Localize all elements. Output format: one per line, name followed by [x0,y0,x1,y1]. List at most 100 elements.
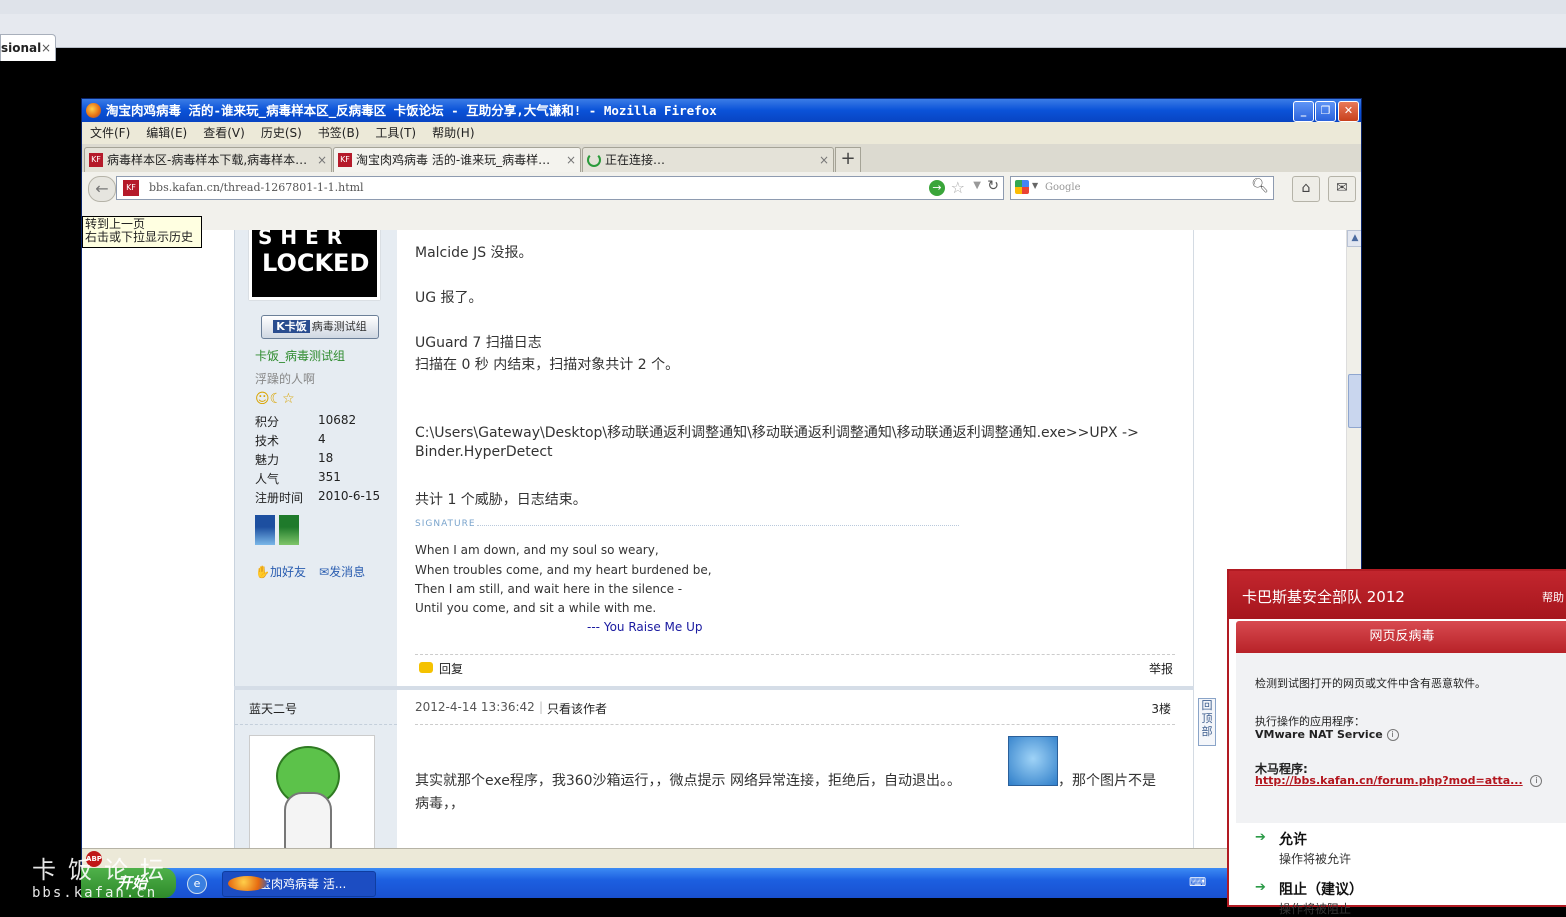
medal-icon[interactable] [279,515,299,545]
divider [235,724,397,725]
menu-help[interactable]: 帮助(H) [424,122,482,144]
menu-history[interactable]: 历史(S) [253,122,310,144]
post-separator [234,686,1194,690]
host-tab-close-icon[interactable]: × [41,35,51,61]
bookmark-star-icon[interactable]: ☆ [951,178,965,197]
scroll-thumb[interactable] [1348,374,1361,428]
minimize-button[interactable]: _ [1293,101,1314,122]
stat-value: 2010-6-15 [318,489,381,503]
menu-tools[interactable]: 工具(T) [367,122,424,144]
tab-strip: KF 病毒样本区-病毒样本下载,病毒样本… × KF 淘宝肉鸡病毒 活的-谁来玩… [82,144,1361,173]
post-line: Binder.HyperDetect [415,444,553,460]
info-icon[interactable]: i [1386,729,1399,741]
reply-link[interactable]: 回复 [439,660,463,677]
post-date: 2012-4-14 13:36:42 [415,700,535,714]
host-title-strip [0,0,1566,15]
post-line: Malcide JS 没报。 [415,245,533,261]
stat-row: 人气 351 [255,470,395,489]
engine-dropdown-icon[interactable]: ▼ [1032,181,1038,190]
post-line: UG 报了。 [415,290,483,306]
signature-line: When I am down, and my soul so weary, [415,543,659,557]
bookmarks-toolbar [82,204,1361,231]
user-stats: 积分 10682 技术 4 魅力 18 人气 351 注册时间 2010-6-15 [255,413,395,508]
stat-label: 魅力 [255,453,280,467]
menu-file[interactable]: 文件(F) [82,122,138,144]
tab-close-icon[interactable]: × [819,148,829,172]
go-arrow-icon[interactable]: → [929,180,945,196]
medal-icon[interactable] [255,515,275,545]
firefox-window: 淘宝肉鸡病毒 活的-谁来玩_病毒样本区_反病毒区 卡饭论坛 - 互助分享,大气谦… [81,98,1362,870]
avatar[interactable]: SHER LOCKED [249,230,380,300]
envelope-icon: ✉ [319,565,330,579]
back-button[interactable]: ← [88,176,116,202]
host-tab[interactable]: sional × [0,34,56,61]
window-title: 淘宝肉鸡病毒 活的-谁来玩_病毒样本区_反病毒区 卡饭论坛 - 互助分享,大气谦… [106,103,717,118]
reply-bubble-icon[interactable] [419,662,433,673]
signature-line: When troubles come, and my heart burdene… [415,563,712,577]
stat-value: 351 [318,470,341,484]
tab-label: 淘宝肉鸡病毒 活的-谁来玩_病毒样… [356,153,551,167]
google-icon[interactable] [1015,180,1029,194]
stat-value: 4 [318,432,326,446]
tab-connecting[interactable]: 正在连接… × [582,147,834,172]
restore-button[interactable]: ❐ [1315,101,1336,122]
menu-view[interactable]: 查看(V) [195,122,253,144]
home-button[interactable]: ⌂ [1292,176,1320,202]
taskbar-item-firefox[interactable]: 淘宝肉鸡病毒 活... [222,871,376,897]
tab-current-thread[interactable]: KF 淘宝肉鸡病毒 活的-谁来玩_病毒样… × [333,147,581,173]
keyboard-tray-icon[interactable]: ⌨ [1189,875,1206,889]
signature-line: Then I am still, and wait here in the si… [415,582,683,596]
info-icon[interactable]: i [1530,775,1543,787]
search-bar[interactable]: ▼ Google 🔍︎ [1010,176,1274,200]
kafan-favicon: KF [338,153,352,167]
tab-close-icon[interactable]: × [317,148,327,172]
close-button[interactable]: ✕ [1338,101,1359,122]
frog-body [284,792,332,848]
author-column: SHER LOCKED K卡饭 病毒测试组 卡饭_病毒测试组 浮躁的人啊 ☺☾☆ … [234,230,398,848]
send-message-link[interactable]: ✉发消息 [319,563,365,580]
mail-button[interactable]: ✉ [1328,176,1356,202]
trojan-url-link[interactable]: http://bbs.kafan.cn/forum.php?mod=atta..… [1255,774,1523,787]
watermark-url: bbs.kafan.cn [32,885,158,901]
stat-label: 人气 [255,472,280,486]
new-tab-button[interactable]: + [835,147,861,173]
reload-icon[interactable]: ↻ [987,178,999,194]
group-badge-text: 病毒测试组 [311,320,367,333]
taskbar: 开始 e 淘宝肉鸡病毒 活... ⌨ [81,868,1227,898]
send-message-label: 发消息 [329,565,366,579]
help-link[interactable]: 帮助 [1542,589,1564,605]
menu-bookmarks[interactable]: 书签(B) [310,122,368,144]
only-author-link[interactable]: 只看该作者 [547,700,607,717]
report-link[interactable]: 举报 [1149,660,1173,677]
arrow-right-icon: ➔ [1255,830,1266,845]
magnifier-icon[interactable]: 🔍︎ [1251,178,1269,194]
tooltip-line: 右击或下拉显示历史 [85,230,194,244]
status-bar: ABP ⋰ [82,848,1361,869]
host-tab-bar: sional × [0,14,1566,61]
floor-number[interactable]: 3楼 [1151,700,1171,717]
url-text[interactable]: bbs.kafan.cn/thread-1267801-1-1.html [149,177,364,199]
tab-close-icon[interactable]: × [566,148,576,172]
history-dropdown-icon[interactable]: ▼ [973,180,981,191]
user-group[interactable]: 卡饭_病毒测试组 [255,347,345,364]
scroll-up-icon[interactable]: ▲ [1347,230,1361,247]
url-bar[interactable]: KF bbs.kafan.cn/thread-1267801-1-1.html … [116,176,1004,200]
post-line: 扫描在 0 秒 内结束，扫描对象共计 2 个。 [415,357,680,373]
stat-label: 技术 [255,434,280,448]
stat-row: 魅力 18 [255,451,395,470]
arrow-right-icon: ➔ [1255,880,1266,895]
stat-value: 10682 [318,413,357,427]
ie-quicklaunch-icon[interactable]: e [187,874,207,894]
stat-row: 注册时间 2010-6-15 [255,489,395,508]
menu-edit[interactable]: 编辑(E) [138,122,195,144]
post-line: 其实就那个exe程序，我360沙箱运行，，微点提示 网络异常连接，拒绝后，自动退… [415,773,962,789]
post-line: ，那个图片不是 [1058,773,1156,789]
post2-author[interactable]: 蓝天二号 [249,700,297,717]
avatar[interactable] [249,735,375,848]
tab-virus-samples[interactable]: KF 病毒样本区-病毒样本下载,病毒样本… × [84,147,332,172]
group-badge: K卡饭 病毒测试组 [261,315,379,339]
signature-song-link[interactable]: You Raise Me Up [604,620,703,634]
add-friend-link[interactable]: ✋加好友 [255,563,306,580]
back-to-top-button[interactable]: 回顶部 [1198,698,1216,746]
app-name: VMware NAT Service i [1255,728,1399,741]
